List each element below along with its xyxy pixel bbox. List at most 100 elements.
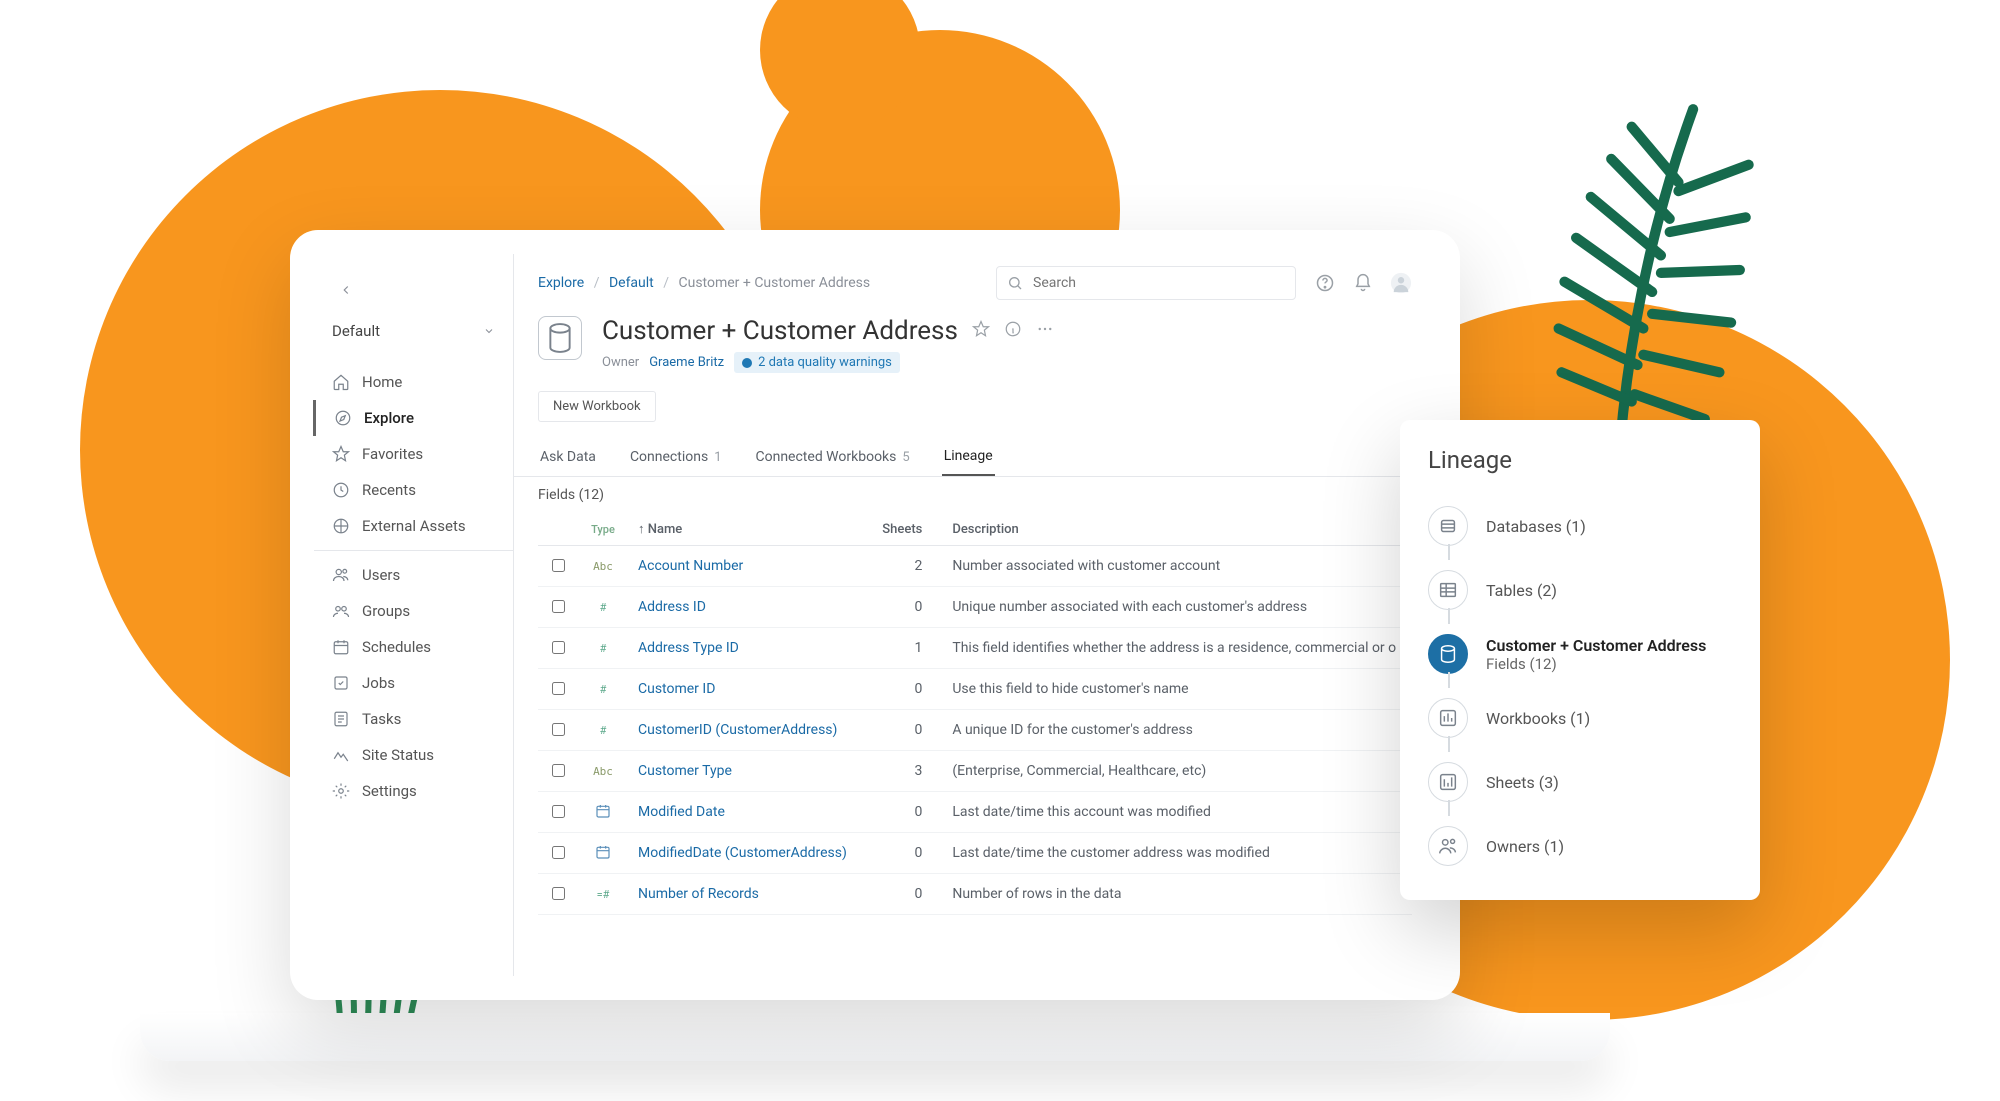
back-button[interactable] — [328, 272, 364, 308]
row-checkbox[interactable] — [552, 600, 565, 613]
field-name-link[interactable]: Address Type ID — [638, 640, 739, 656]
new-workbook-button[interactable]: New Workbook — [538, 391, 656, 422]
sidebar-item-tasks[interactable]: Tasks — [314, 701, 513, 737]
quality-warning-badge[interactable]: 2 data quality warnings — [734, 352, 900, 373]
tabs: Ask Data Connections1 Connected Workbooks5… — [514, 438, 1436, 477]
search-icon — [1007, 275, 1023, 291]
row-checkbox[interactable] — [552, 887, 565, 900]
ds-icon — [1428, 634, 1468, 674]
search-input[interactable] — [1031, 274, 1285, 292]
sidebar-item-explore[interactable]: Explore — [313, 400, 513, 436]
field-sheet-count: 0 — [872, 792, 942, 833]
lineage-node[interactable]: Customer + Customer AddressFields (12) — [1428, 622, 1732, 686]
field-name-link[interactable]: Modified Date — [638, 804, 725, 820]
field-type-icon: Abc — [578, 751, 628, 792]
field-sheet-count: 2 — [872, 546, 942, 587]
tab-connections[interactable]: Connections1 — [628, 438, 724, 476]
table-row: #CustomerID (CustomerAddress)0A unique I… — [538, 710, 1412, 751]
table-row: AbcAccount Number2Number associated with… — [538, 546, 1412, 587]
more-icon[interactable] — [1036, 320, 1054, 342]
notifications-icon[interactable] — [1352, 272, 1374, 294]
help-icon[interactable] — [1314, 272, 1336, 294]
field-name-link[interactable]: CustomerID (CustomerAddress) — [638, 722, 837, 738]
sidebar-item-favorites[interactable]: Favorites — [314, 436, 513, 472]
tab-ask-data[interactable]: Ask Data — [538, 438, 598, 476]
project-selector[interactable]: Default — [332, 322, 495, 340]
sidebar-item-label: Home — [362, 373, 402, 391]
col-name[interactable]: ↑ Name — [628, 513, 872, 546]
col-sheets[interactable]: Sheets — [872, 513, 942, 546]
jobs-icon — [332, 674, 350, 692]
field-type-icon: # — [578, 587, 628, 628]
wb-icon — [1428, 698, 1468, 738]
sidebar-item-jobs[interactable]: Jobs — [314, 665, 513, 701]
sidebar-item-label: Settings — [362, 782, 417, 800]
field-name-link[interactable]: ModifiedDate (CustomerAddress) — [638, 845, 847, 861]
project-name: Default — [332, 322, 380, 340]
field-description: Last date/time this account was modified — [942, 792, 1412, 833]
sidebar-item-sitestatus[interactable]: Site Status — [314, 737, 513, 773]
field-sheet-count: 0 — [872, 710, 942, 751]
lineage-label: Sheets (3) — [1486, 773, 1559, 792]
owner-link[interactable]: Graeme Britz — [649, 355, 724, 370]
row-checkbox[interactable] — [552, 641, 565, 654]
field-sheet-count: 0 — [872, 833, 942, 874]
field-name-link[interactable]: Address ID — [638, 599, 706, 615]
field-description: This field identifies whether the addres… — [942, 628, 1412, 669]
field-name-link[interactable]: Customer ID — [638, 681, 715, 697]
sitestatus-icon — [332, 746, 350, 764]
lineage-node[interactable]: Workbooks (1) — [1428, 686, 1732, 750]
favorite-icon[interactable] — [972, 320, 990, 342]
col-description[interactable]: Description — [942, 513, 1412, 546]
table-row: AbcCustomer Type3(Enterprise, Commercial… — [538, 751, 1412, 792]
laptop-base — [140, 1013, 1610, 1061]
lineage-label: Tables (2) — [1486, 581, 1557, 600]
sidebar-item-external[interactable]: External Assets — [314, 508, 513, 544]
row-checkbox[interactable] — [552, 723, 565, 736]
sidebar-item-users[interactable]: Users — [314, 557, 513, 593]
field-sheet-count: 0 — [872, 874, 942, 915]
sidebar-item-label: External Assets — [362, 517, 466, 535]
sidebar-item-recents[interactable]: Recents — [314, 472, 513, 508]
sidebar-item-label: Explore — [364, 409, 414, 427]
table-icon — [1428, 570, 1468, 610]
breadcrumb-project[interactable]: Default — [609, 275, 654, 291]
tab-lineage[interactable]: Lineage — [942, 438, 995, 476]
sidebar-item-home[interactable]: Home — [314, 364, 513, 400]
row-checkbox[interactable] — [552, 846, 565, 859]
field-name-link[interactable]: Customer Type — [638, 763, 732, 779]
row-checkbox[interactable] — [552, 805, 565, 818]
row-checkbox[interactable] — [552, 764, 565, 777]
fields-table: Type ↑ Name Sheets Description Abc Accoun… — [538, 513, 1412, 915]
sidebar-item-settings[interactable]: Settings — [314, 773, 513, 809]
warning-dot-icon — [742, 358, 752, 368]
field-name-link[interactable]: Number of Records — [638, 886, 759, 902]
lineage-label: Databases (1) — [1486, 517, 1586, 536]
main-area: Explore / Default / Customer + Customer … — [514, 254, 1436, 976]
lineage-node[interactable]: Owners (1) — [1428, 814, 1732, 878]
sidebar-item-schedules[interactable]: Schedules — [314, 629, 513, 665]
home-icon — [332, 373, 350, 391]
info-icon[interactable] — [1004, 320, 1022, 342]
row-checkbox[interactable] — [552, 682, 565, 695]
table-row: #Address ID0Unique number associated wit… — [538, 587, 1412, 628]
lineage-node[interactable]: Sheets (3) — [1428, 750, 1732, 814]
lineage-node[interactable]: Tables (2) — [1428, 558, 1732, 622]
sidebar-item-groups[interactable]: Groups — [314, 593, 513, 629]
field-type-icon — [578, 833, 628, 874]
lineage-label: Owners (1) — [1486, 837, 1564, 856]
row-checkbox[interactable] — [552, 559, 565, 572]
sidebar-item-label: Schedules — [362, 638, 431, 656]
user-avatar[interactable] — [1390, 272, 1412, 294]
breadcrumb-root[interactable]: Explore — [538, 275, 584, 291]
search-box[interactable] — [996, 266, 1296, 300]
field-description: (Enterprise, Commercial, Healthcare, etc… — [942, 751, 1412, 792]
field-description: Use this field to hide customer's name — [942, 669, 1412, 710]
col-type[interactable]: Type — [578, 513, 628, 546]
tab-connected-workbooks[interactable]: Connected Workbooks5 — [754, 438, 912, 476]
recents-icon — [332, 481, 350, 499]
lineage-node[interactable]: Databases (1) — [1428, 494, 1732, 558]
field-name-link[interactable]: Account Number — [638, 558, 743, 574]
lineage-title: Lineage — [1428, 446, 1732, 474]
external-icon — [332, 517, 350, 535]
